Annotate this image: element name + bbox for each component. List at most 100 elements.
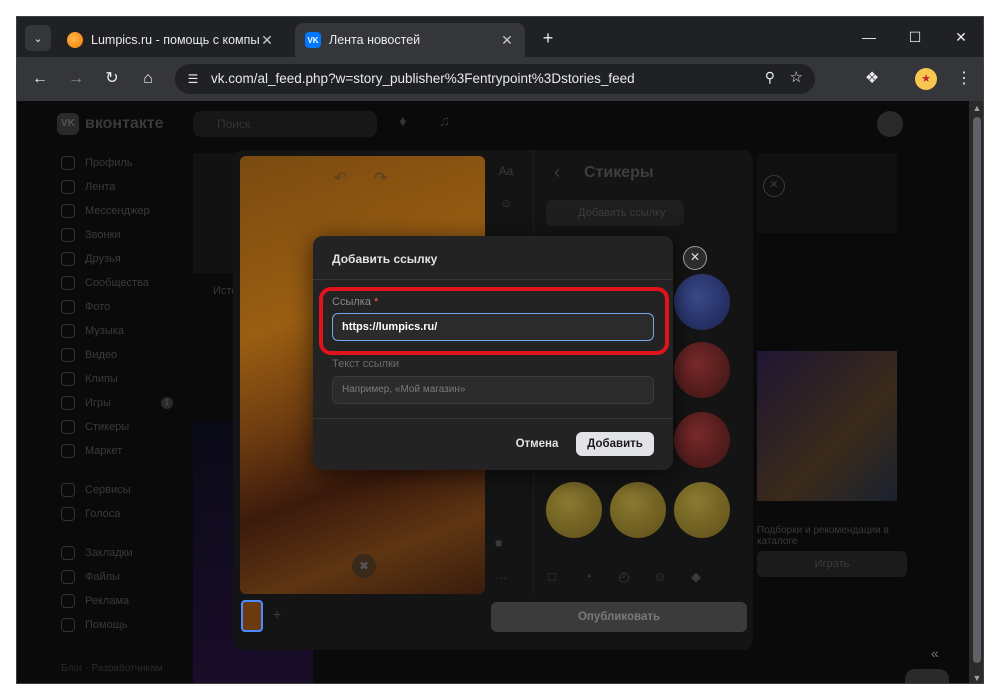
collapse-chevron-icon[interactable]: «	[931, 645, 939, 661]
cart-icon[interactable]: □	[534, 562, 570, 592]
clock-pie-icon[interactable]: ◔	[570, 562, 606, 592]
publish-button[interactable]: Опубликовать	[491, 602, 747, 632]
sidebar-item-communities[interactable]: Сообщества	[61, 271, 201, 295]
cancel-button[interactable]: Отмена	[509, 432, 565, 456]
tab-close-icon[interactable]: ✕	[499, 32, 515, 49]
sidebar-item-files[interactable]: Файлы	[61, 565, 201, 589]
help-icon	[61, 618, 75, 632]
notifications-bell-icon[interactable]: ♦	[399, 113, 407, 130]
text-tool-icon[interactable]: Aa	[495, 164, 517, 196]
extensions-icon[interactable]: ❖	[859, 66, 885, 92]
sidebar-item-bookmarks[interactable]: Закладки	[61, 541, 201, 565]
sidebar-item-feed[interactable]: Лента	[61, 175, 201, 199]
sidebar-item-label: Реклама	[85, 595, 130, 607]
page-scrollbar[interactable]: ▲ ▼	[969, 101, 983, 683]
bookmark-star-icon[interactable]: ☆	[790, 68, 803, 86]
tab-close-icon[interactable]: ✕	[259, 32, 275, 49]
sticker-thumbs-up[interactable]	[674, 482, 730, 538]
sidebar-item-votes[interactable]: Голоса	[61, 502, 201, 526]
scroll-up-icon[interactable]: ▲	[969, 103, 983, 113]
vk-footer-links[interactable]: Блог · Разработчикам	[61, 663, 162, 674]
sidebar-item-label: Закладки	[85, 547, 133, 559]
sidebar-item-label: Профиль	[85, 157, 133, 169]
reload-button[interactable]: ↻	[99, 66, 125, 92]
vk-logo-icon[interactable]: VK	[57, 113, 79, 135]
link-text-input[interactable]: Например, «Мой магазин»	[332, 376, 654, 404]
tab-search-button[interactable]: ⌄	[25, 25, 51, 51]
maximize-button[interactable]: ☐	[897, 25, 933, 49]
sidebar-item-ads[interactable]: Реклама	[61, 589, 201, 613]
sidebar-item-help[interactable]: Помощь	[61, 613, 201, 637]
story-thumbnail[interactable]	[241, 600, 263, 632]
sidebar-item-label: Сообщества	[85, 277, 149, 289]
sidebar-item-services[interactable]: Сервисы	[61, 478, 201, 502]
sidebar-item-profile[interactable]: Профиль	[61, 151, 201, 175]
sidebar-item-stickers[interactable]: Стикеры	[61, 415, 201, 439]
recent-icon[interactable]: ◴	[606, 562, 642, 592]
dialog-close-icon[interactable]: ✕	[683, 246, 707, 270]
photo-icon	[61, 300, 75, 314]
chat-bubble-icon[interactable]: ●	[905, 669, 949, 683]
sidebar-item-games[interactable]: Игры 1	[61, 391, 201, 415]
stickers-icon	[61, 420, 75, 434]
sticker-smile[interactable]	[610, 482, 666, 538]
add-button[interactable]: Добавить	[576, 432, 654, 456]
tab-vk-feed[interactable]: VK Лента новостей ✕	[295, 23, 525, 57]
sticker-sleepy[interactable]	[546, 482, 602, 538]
tab-lumpics[interactable]: Lumpics.ru - помощь с компьютером ✕	[57, 23, 285, 57]
forward-button[interactable]: →	[63, 66, 89, 92]
sidebar-item-video[interactable]: Видео	[61, 343, 201, 367]
sticker-space[interactable]	[674, 274, 730, 330]
back-button[interactable]: ←	[27, 66, 53, 92]
dialog-title: Добавить ссылку	[332, 252, 438, 266]
editor-close-icon[interactable]: ✕	[763, 175, 785, 197]
minimize-button[interactable]: —	[851, 25, 887, 49]
face-scan-icon[interactable]: ☺	[642, 562, 678, 592]
add-slide-button[interactable]: +	[273, 606, 281, 622]
close-window-button[interactable]: ✕	[943, 25, 979, 49]
sidebar-item-friends[interactable]: Друзья	[61, 247, 201, 271]
sidebar-item-label: Стикеры	[85, 421, 130, 433]
games-badge: 1	[161, 397, 173, 409]
menu-dots-icon[interactable]: ⋮	[951, 66, 977, 92]
vk-header: VK вконтакте Поиск ♦ ♫	[17, 101, 969, 147]
lock-icon[interactable]: ■	[495, 536, 502, 568]
sidebar-item-calls[interactable]: Звонки	[61, 223, 201, 247]
trash-icon[interactable]: ✖	[352, 554, 376, 578]
profile-avatar[interactable]: ★	[915, 68, 937, 90]
scroll-down-icon[interactable]: ▼	[969, 673, 983, 683]
sidebar-item-music[interactable]: Музыка	[61, 319, 201, 343]
add-link-button[interactable]: Добавить ссылку	[546, 200, 684, 226]
sidebar-item-photos[interactable]: Фото	[61, 295, 201, 319]
lumpics-favicon-icon	[67, 32, 83, 48]
sidebar-item-clips[interactable]: Клипы	[61, 367, 201, 391]
vk-user-avatar[interactable]	[877, 111, 903, 137]
sticker-victory[interactable]	[674, 342, 730, 398]
pack-icon[interactable]: ◆	[678, 562, 714, 592]
redo-icon[interactable]: ↷	[374, 168, 387, 188]
sidebar-item-label: Сервисы	[85, 484, 131, 496]
feed-icon	[61, 180, 75, 194]
files-icon	[61, 570, 75, 584]
vk-favicon-icon: VK	[305, 32, 321, 48]
site-settings-icon[interactable]: ☰	[183, 69, 203, 89]
profile-icon	[61, 156, 75, 170]
undo-icon[interactable]: ↶	[334, 168, 347, 188]
zoom-icon[interactable]: ⚲	[765, 69, 775, 86]
new-tab-button[interactable]: +	[537, 27, 559, 49]
sticker-cosmonaut[interactable]	[674, 412, 730, 468]
sticker-tool-icon[interactable]: ☺	[495, 196, 517, 228]
scroll-thumb[interactable]	[973, 117, 981, 663]
sidebar-item-label: Помощь	[85, 619, 128, 631]
more-dots-icon[interactable]: …	[495, 568, 507, 600]
music-note-icon[interactable]: ♫	[439, 113, 450, 130]
home-button[interactable]: ⌂	[135, 66, 161, 92]
address-bar[interactable]: ☰ vk.com/al_feed.php?w=story_publisher%3…	[175, 64, 815, 94]
url-text: vk.com/al_feed.php?w=story_publisher%3Fe…	[211, 71, 635, 86]
sidebar-item-market[interactable]: Маркет	[61, 439, 201, 463]
play-button[interactable]: Играть	[757, 551, 907, 577]
vk-search-input[interactable]: Поиск	[193, 111, 377, 137]
game-banner-image[interactable]	[757, 351, 897, 501]
sidebar-item-messenger[interactable]: Мессенджер	[61, 199, 201, 223]
back-chevron-icon[interactable]: ‹	[554, 162, 560, 183]
